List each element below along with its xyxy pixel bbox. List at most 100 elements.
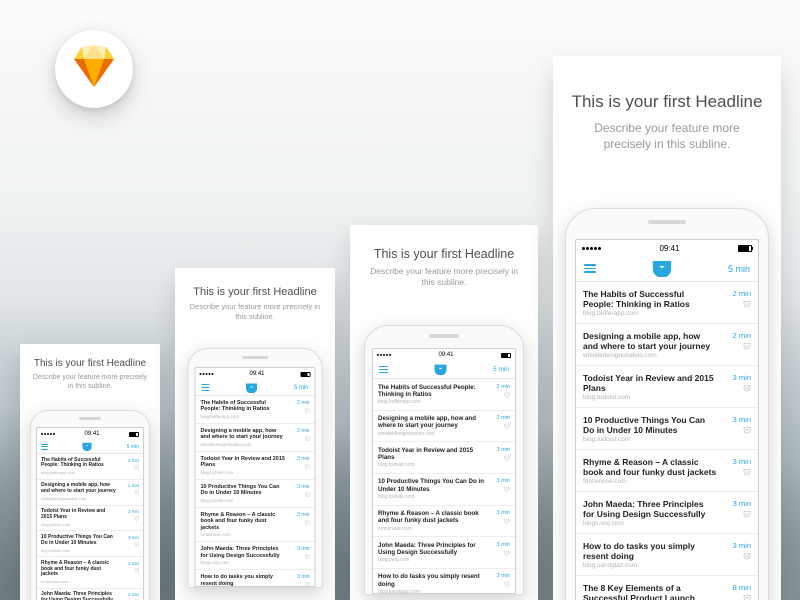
battery-icon bbox=[501, 353, 511, 358]
headline: This is your first Headline bbox=[571, 92, 763, 112]
list-item[interactable]: John Maeda: Three Principles for Using D… bbox=[196, 542, 315, 570]
pocket-icon bbox=[504, 455, 510, 461]
list-item[interactable]: How to do tasks you simply resent doingb… bbox=[576, 534, 758, 576]
list-item[interactable]: Rhyme & Reason – A classic book and four… bbox=[196, 508, 315, 542]
list-item[interactable]: 10 Productive Things You Can Do in Under… bbox=[37, 531, 143, 557]
article-title: Todoist Year in Review and 2015 Plans bbox=[201, 456, 286, 469]
battery-icon bbox=[129, 432, 139, 437]
article-title: Designing a mobile app, how and where to… bbox=[583, 331, 717, 351]
article-title: Todoist Year in Review and 2015 Plans bbox=[378, 447, 484, 462]
list-item[interactable]: Designing a mobile app, how and where to… bbox=[576, 324, 758, 366]
article-list: The Habits of Successful People: Thinkin… bbox=[373, 379, 515, 594]
nav-right-label[interactable]: 5 min bbox=[728, 264, 750, 274]
article-title: 10 Productive Things You Can Do in Under… bbox=[201, 484, 286, 497]
battery-icon bbox=[300, 372, 310, 377]
list-item[interactable]: Todoist Year in Review and 2015 Plansblo… bbox=[373, 442, 515, 474]
headline: This is your first Headline bbox=[187, 286, 323, 298]
article-title: Todoist Year in Review and 2015 Plans bbox=[583, 373, 717, 393]
list-item[interactable]: The Habits of Successful People: Thinkin… bbox=[373, 379, 515, 411]
list-item[interactable]: The Habits of Successful People: Thinkin… bbox=[576, 282, 758, 324]
phone-device: 09:41 5 min The Habits of Successful Peo… bbox=[188, 348, 323, 588]
article-title: Rhyme & Reason – A classic book and four… bbox=[378, 510, 484, 525]
read-time: 2 min bbox=[297, 428, 309, 434]
list-item[interactable]: John Maeda: Three Principles for Using D… bbox=[576, 492, 758, 534]
read-time: 3 min bbox=[733, 541, 751, 550]
phone-device: 09:41 5 min The Habits of Successful Peo… bbox=[364, 325, 524, 595]
read-time: 3 min bbox=[297, 574, 309, 580]
list-item[interactable]: John Maeda: Three Principles for Using D… bbox=[37, 589, 143, 600]
list-item[interactable]: Todoist Year in Review and 2015 Plansblo… bbox=[37, 506, 143, 532]
list-item[interactable]: 10 Productive Things You Can Do in Under… bbox=[373, 474, 515, 506]
list-item[interactable]: Designing a mobile app, how and where to… bbox=[373, 411, 515, 443]
app-logo-icon bbox=[246, 383, 258, 393]
article-source: blog.bufferapp.com bbox=[583, 310, 717, 317]
article-title: Rhyme & Reason – A classic book and four… bbox=[583, 457, 717, 477]
article-title: Designing a mobile app, how and where to… bbox=[378, 415, 484, 430]
status-time: 09:41 bbox=[438, 352, 453, 358]
list-item[interactable]: Rhyme & Reason – A classic book and four… bbox=[37, 557, 143, 589]
read-time: 3 min bbox=[128, 561, 139, 566]
pocket-icon bbox=[304, 436, 310, 442]
article-title: Designing a mobile app, how and where to… bbox=[41, 483, 117, 495]
nav-right-label[interactable]: 5 min bbox=[127, 444, 139, 450]
list-item[interactable]: Todoist Year in Review and 2015 Plansblo… bbox=[576, 366, 758, 408]
list-item[interactable]: Rhyme & Reason – A classic book and four… bbox=[576, 450, 758, 492]
article-source: blog.todoist.com bbox=[583, 436, 717, 443]
read-time: 3 min bbox=[297, 546, 309, 552]
pocket-icon bbox=[743, 426, 751, 434]
article-source: whistledesignstudios.com bbox=[201, 442, 286, 447]
list-item[interactable]: How to do tasks you simply resent doingb… bbox=[196, 570, 315, 587]
phone-screen: 09:41 5 min The Habits of Successful Peo… bbox=[36, 427, 144, 600]
read-time: 2 min bbox=[297, 400, 309, 406]
list-item[interactable]: 10 Productive Things You Can Do in Under… bbox=[576, 408, 758, 450]
read-time: 2 min bbox=[497, 415, 510, 421]
read-time: 3 min bbox=[497, 478, 510, 484]
read-time: 3 min bbox=[733, 373, 751, 382]
list-item[interactable]: Designing a mobile app, how and where to… bbox=[37, 480, 143, 506]
phone-screen: 09:41 5 min The Habits of Successful Peo… bbox=[372, 348, 516, 594]
pocket-icon bbox=[304, 554, 310, 560]
list-item[interactable]: The Habits of Successful People: Thinkin… bbox=[196, 396, 315, 424]
article-source: blog.todoist.com bbox=[378, 462, 484, 468]
nav-right-label[interactable]: 5 min bbox=[294, 385, 309, 391]
article-list: The Habits of Successful People: Thinkin… bbox=[196, 396, 315, 587]
signal-icon bbox=[41, 433, 55, 435]
article-title: 10 Productive Things You Can Do in Under… bbox=[378, 478, 484, 493]
pocket-icon bbox=[304, 582, 310, 587]
list-item[interactable]: Designing a mobile app, how and where to… bbox=[196, 424, 315, 452]
article-source: whistledesignstudios.com bbox=[378, 431, 484, 437]
nav-right-label[interactable]: 5 min bbox=[493, 366, 509, 373]
pocket-icon bbox=[504, 486, 510, 492]
article-list: The Habits of Successful People: Thinkin… bbox=[576, 282, 758, 600]
article-source: fontsinuse.com bbox=[201, 532, 286, 537]
article-title: The Habits of Successful People: Thinkin… bbox=[201, 400, 286, 413]
read-time: 2 min bbox=[733, 289, 751, 298]
list-item[interactable]: The 8 Key Elements of a Successful Produ… bbox=[576, 576, 758, 600]
read-time: 3 min bbox=[128, 535, 139, 540]
article-title: The Habits of Successful People: Thinkin… bbox=[41, 458, 117, 470]
list-item[interactable]: Todoist Year in Review and 2015 Plansblo… bbox=[196, 452, 315, 480]
list-item[interactable]: 10 Productive Things You Can Do in Under… bbox=[196, 480, 315, 508]
list-item[interactable]: John Maeda: Three Principles for Using D… bbox=[373, 537, 515, 569]
article-source: blogs.wsj.com bbox=[378, 557, 484, 563]
article-title: How to do tasks you simply resent doing bbox=[201, 574, 286, 587]
hamburger-icon[interactable] bbox=[379, 366, 388, 373]
hamburger-icon[interactable] bbox=[202, 384, 210, 391]
article-title: How to do tasks you simply resent doing bbox=[583, 541, 717, 561]
subline: Describe your feature more precisely in … bbox=[571, 120, 763, 152]
article-title: John Maeda: Three Principles for Using D… bbox=[201, 546, 286, 559]
hamburger-icon[interactable] bbox=[41, 444, 48, 450]
read-time: 3 min bbox=[297, 456, 309, 462]
article-source: blogs.wsj.com bbox=[583, 520, 717, 527]
article-title: The Habits of Successful People: Thinkin… bbox=[378, 384, 484, 399]
article-source: blog.bufferapp.com bbox=[201, 414, 286, 419]
list-item[interactable]: How to do tasks you simply resent doingb… bbox=[373, 569, 515, 594]
list-item[interactable]: The Habits of Successful People: Thinkin… bbox=[37, 454, 143, 480]
pocket-icon bbox=[504, 392, 510, 398]
read-time: 3 min bbox=[733, 499, 751, 508]
hamburger-icon[interactable] bbox=[584, 264, 596, 272]
pocket-icon bbox=[743, 468, 751, 476]
article-source: fontsinuse.com bbox=[583, 478, 717, 485]
list-item[interactable]: Rhyme & Reason – A classic book and four… bbox=[373, 506, 515, 538]
screenshot-card-small: This is your first Headline Describe you… bbox=[20, 344, 160, 600]
